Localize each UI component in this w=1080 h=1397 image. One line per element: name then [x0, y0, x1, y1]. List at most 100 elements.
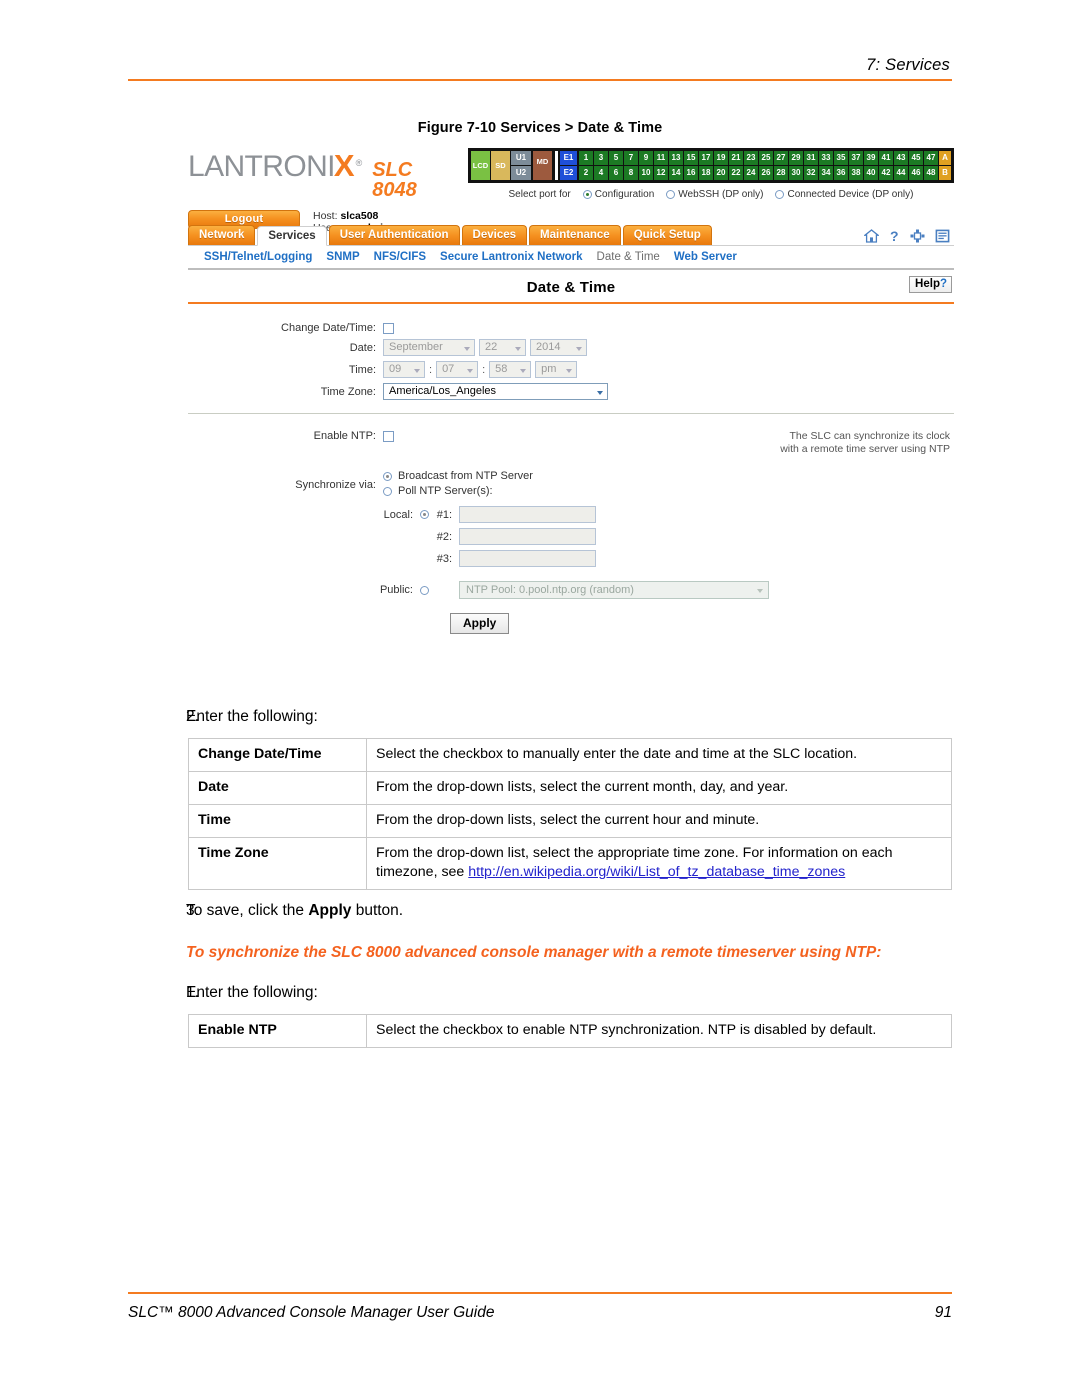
serial-port-24[interactable]: 24 — [744, 166, 758, 180]
serial-port-36[interactable]: 36 — [834, 166, 848, 180]
serial-port-27[interactable]: 27 — [774, 151, 788, 166]
ethernet-port-e1[interactable]: E1 — [560, 151, 577, 166]
change-datetime-checkbox[interactable] — [383, 322, 394, 334]
tab-user-authentication[interactable]: User Authentication — [328, 225, 460, 245]
serial-port-17[interactable]: 17 — [699, 151, 713, 166]
serial-port-32[interactable]: 32 — [804, 166, 818, 180]
subnav-date-time[interactable]: Date & Time — [597, 251, 660, 263]
serial-port-pair[interactable]: 41 42 — [879, 151, 893, 180]
serial-port-pair[interactable]: 39 40 — [864, 151, 878, 180]
select-port-option-2[interactable]: WebSSH (DP only) — [666, 189, 763, 200]
serial-port-pair[interactable]: 45 46 — [909, 151, 923, 180]
ethernet-port-e2[interactable]: E2 — [560, 166, 577, 180]
serial-port-pair[interactable]: 37 38 — [849, 151, 863, 180]
ntp-server-1-input[interactable] — [459, 506, 596, 523]
serial-port-48[interactable]: 48 — [924, 166, 938, 180]
serial-port-5[interactable]: 5 — [609, 151, 623, 166]
serial-port-18[interactable]: 18 — [699, 166, 713, 180]
serial-port-pair[interactable]: 56 — [609, 151, 623, 180]
serial-port-pair[interactable]: 23 24 — [744, 151, 758, 180]
serial-port-42[interactable]: 42 — [879, 166, 893, 180]
serial-port-10[interactable]: 10 — [639, 166, 653, 180]
serial-port-pair[interactable]: 11 12 — [654, 151, 668, 180]
serial-port-26[interactable]: 26 — [759, 166, 773, 180]
serial-port-43[interactable]: 43 — [894, 151, 908, 166]
serial-port-pair[interactable]: 12 — [579, 151, 593, 180]
device-port-map[interactable]: LCD SD U1 U2 MD E1 E2 1 2 3 4 5 6 7 8 9 10 11 12 13 1… — [468, 148, 954, 183]
subnav-nfs-cifs[interactable]: NFS/CIFS — [374, 251, 426, 263]
home-icon[interactable] — [864, 229, 879, 243]
tab-devices[interactable]: Devices — [461, 225, 528, 245]
serial-port-pair[interactable]: 15 16 — [684, 151, 698, 180]
serial-port-pair[interactable]: 31 32 — [804, 151, 818, 180]
serial-port-pair[interactable]: 13 14 — [669, 151, 683, 180]
select-port-option-3[interactable]: Connected Device (DP only) — [775, 189, 913, 200]
serial-port-7[interactable]: 7 — [624, 151, 638, 166]
serial-port-pair[interactable]: 9 10 — [639, 151, 653, 180]
serial-port-pair[interactable]: 43 44 — [894, 151, 908, 180]
serial-port-40[interactable]: 40 — [864, 166, 878, 180]
serial-port-15[interactable]: 15 — [684, 151, 698, 166]
sync-poll-radio[interactable] — [383, 486, 392, 496]
timezone-select[interactable]: America/Los_Angeles — [383, 383, 608, 400]
help-button[interactable]: Help? — [909, 276, 952, 293]
serial-port-28[interactable]: 28 — [774, 166, 788, 180]
serial-port-29[interactable]: 29 — [789, 151, 803, 166]
serial-port-6[interactable]: 6 — [609, 166, 623, 180]
serial-port-19[interactable]: 19 — [714, 151, 728, 166]
serial-port-25[interactable]: 25 — [759, 151, 773, 166]
serial-port-41[interactable]: 41 — [879, 151, 893, 166]
serial-port-8[interactable]: 8 — [624, 166, 638, 180]
select-port-radio-3[interactable] — [775, 190, 785, 199]
serial-port-pair[interactable]: 17 18 — [699, 151, 713, 180]
sync-broadcast-option[interactable]: Broadcast from NTP Server — [383, 470, 533, 482]
serial-port-grid[interactable]: 1 2 3 4 5 6 7 8 9 10 11 12 13 14 15 16 17 18 19 20 21 22 23 24 2… — [579, 151, 939, 180]
serial-port-pair[interactable]: 35 36 — [834, 151, 848, 180]
serial-port-35[interactable]: 35 — [834, 151, 848, 166]
serial-port-9[interactable]: 9 — [639, 151, 653, 166]
external-link[interactable]: http://en.wikipedia.org/wiki/List_of_tz_… — [468, 864, 845, 880]
serial-port-23[interactable]: 23 — [744, 151, 758, 166]
public-ntp-pool-select[interactable]: NTP Pool: 0.pool.ntp.org (random) — [459, 581, 769, 599]
serial-port-31[interactable]: 31 — [804, 151, 818, 166]
serial-port-39[interactable]: 39 — [864, 151, 878, 166]
select-port-option-1[interactable]: Configuration — [582, 189, 654, 200]
ntp-server-2-input[interactable] — [459, 528, 596, 545]
apply-button[interactable]: Apply — [450, 613, 510, 634]
serial-port-16[interactable]: 16 — [684, 166, 698, 180]
serial-port-44[interactable]: 44 — [894, 166, 908, 180]
serial-port-pair[interactable]: 25 26 — [759, 151, 773, 180]
serial-port-21[interactable]: 21 — [729, 151, 743, 166]
subnav-ssh-telnet-logging[interactable]: SSH/Telnet/Logging — [204, 251, 312, 263]
log-icon[interactable] — [935, 229, 950, 243]
serial-port-37[interactable]: 37 — [849, 151, 863, 166]
public-radio[interactable] — [420, 585, 429, 595]
time-second-select[interactable]: 58 — [489, 361, 532, 378]
tab-services[interactable]: Services — [257, 226, 327, 246]
help-icon[interactable]: ? — [889, 229, 900, 243]
serial-port-1[interactable]: 1 — [579, 151, 593, 166]
serial-port-34[interactable]: 34 — [819, 166, 833, 180]
date-month-select[interactable]: September — [383, 339, 475, 356]
subnav-secure-lantronix-network[interactable]: Secure Lantronix Network — [440, 251, 583, 263]
select-port-radio-1[interactable] — [582, 190, 592, 199]
tab-quick-setup[interactable]: Quick Setup — [622, 225, 712, 245]
time-hour-select[interactable]: 09 — [383, 361, 425, 378]
sync-poll-option[interactable]: Poll NTP Server(s): — [383, 485, 533, 497]
serial-port-4[interactable]: 4 — [594, 166, 608, 180]
serial-port-12[interactable]: 12 — [654, 166, 668, 180]
serial-port-38[interactable]: 38 — [849, 166, 863, 180]
date-year-select[interactable]: 2014 — [530, 339, 587, 356]
select-port-radio-2[interactable] — [666, 190, 676, 199]
tab-maintenance[interactable]: Maintenance — [529, 225, 621, 245]
serial-port-33[interactable]: 33 — [819, 151, 833, 166]
serial-port-pair[interactable]: 21 22 — [729, 151, 743, 180]
serial-port-22[interactable]: 22 — [729, 166, 743, 180]
serial-port-pair[interactable]: 34 — [594, 151, 608, 180]
date-day-select[interactable]: 22 — [479, 339, 526, 356]
enable-ntp-checkbox[interactable] — [383, 430, 394, 442]
expand-icon[interactable] — [910, 229, 925, 243]
serial-port-14[interactable]: 14 — [669, 166, 683, 180]
serial-port-13[interactable]: 13 — [669, 151, 683, 166]
serial-port-pair[interactable]: 29 30 — [789, 151, 803, 180]
